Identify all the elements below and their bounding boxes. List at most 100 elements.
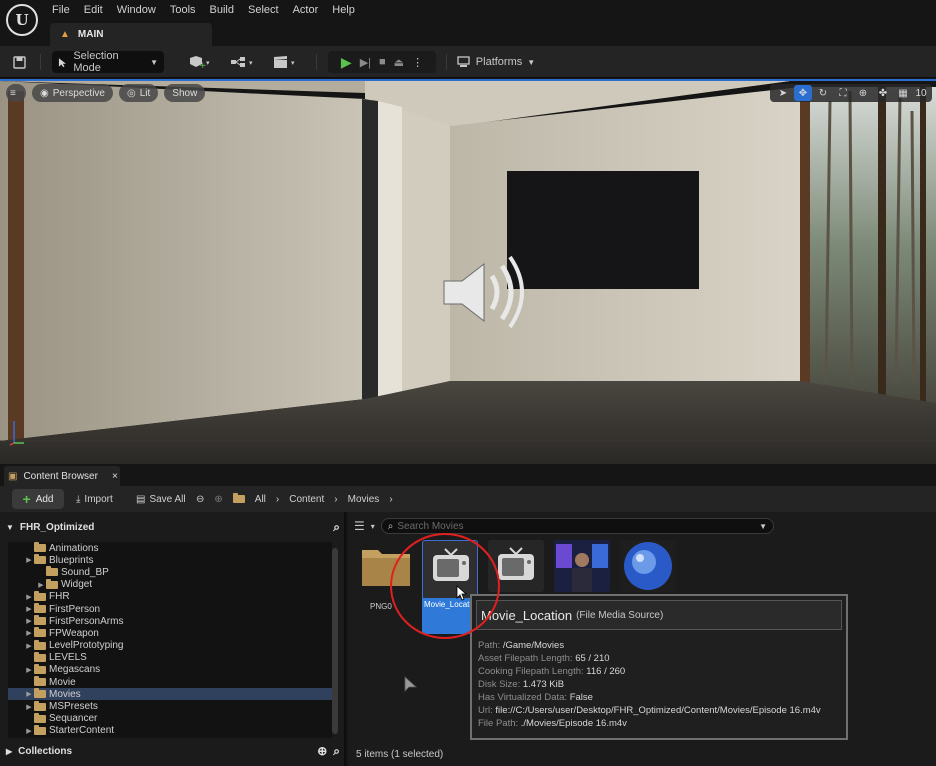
- tree-folder-item[interactable]: Sequancer: [8, 712, 332, 725]
- play-options-icon[interactable]: ⋮: [412, 56, 423, 69]
- tree-scrollbar[interactable]: [332, 548, 338, 734]
- unreal-logo-icon[interactable]: U: [6, 4, 38, 36]
- lit-button[interactable]: ◎ Lit: [118, 84, 159, 102]
- breadcrumb-all[interactable]: All: [255, 494, 266, 505]
- chevron-down-icon[interactable]: ▾: [371, 522, 375, 531]
- translate-icon[interactable]: ✥: [794, 85, 812, 101]
- tree-folder-item[interactable]: LEVELS: [8, 651, 332, 664]
- surface-snap-icon[interactable]: ✤: [874, 85, 892, 101]
- expand-arrow-icon[interactable]: ▶: [24, 605, 34, 613]
- save-all-label: Save All: [149, 493, 186, 505]
- platforms-dropdown[interactable]: Platforms ▼: [456, 51, 536, 73]
- select-mode-icon[interactable]: ➤: [774, 85, 792, 101]
- menu-item-window[interactable]: Window: [111, 4, 164, 18]
- quick-add-actor-button[interactable]: + ▾: [186, 51, 216, 73]
- tooltip-value: 116 / 260: [586, 666, 626, 677]
- collections-header[interactable]: ▶ Collections ⊕ ⌕: [6, 742, 340, 760]
- folder-icon: [34, 542, 46, 553]
- selection-mode-dropdown[interactable]: Selection Mode ▼: [52, 50, 164, 74]
- filter-icon[interactable]: ☰: [354, 519, 365, 533]
- menu-item-edit[interactable]: Edit: [78, 4, 111, 18]
- level-tab[interactable]: ▲ MAIN: [50, 23, 212, 46]
- tooltip-asset-name: Movie_Location: [481, 607, 573, 623]
- grid-snap-value[interactable]: 10: [914, 85, 928, 101]
- tree-folder-item[interactable]: Animations: [8, 542, 332, 554]
- search-icon[interactable]: ⌕: [333, 520, 340, 535]
- expand-arrow-icon[interactable]: ▶: [36, 581, 46, 589]
- folder-icon[interactable]: [232, 493, 245, 503]
- add-collection-icon[interactable]: ⊕: [317, 744, 327, 758]
- tree-folder-item[interactable]: ▶ Widget: [8, 578, 332, 591]
- save-button[interactable]: [8, 51, 30, 73]
- expand-arrow-icon[interactable]: ▶: [24, 593, 34, 601]
- expand-arrow-icon[interactable]: ▶: [24, 556, 34, 564]
- step-icon[interactable]: ▶|: [360, 56, 371, 69]
- expand-arrow-icon[interactable]: ▶: [24, 617, 34, 625]
- tree-folder-item[interactable]: ▶ MSPresets: [8, 700, 332, 712]
- stop-icon[interactable]: ■: [379, 56, 386, 68]
- chevron-right-icon: ›: [389, 493, 393, 505]
- tooltip-key: File Path:: [478, 718, 519, 729]
- import-button[interactable]: ⤓ Import: [76, 489, 113, 509]
- menu-item-file[interactable]: File: [46, 4, 78, 18]
- menu-item-actor[interactable]: Actor: [287, 4, 327, 18]
- expand-arrow-icon[interactable]: ▶: [24, 666, 34, 674]
- expand-arrow-icon[interactable]: ▶: [24, 629, 34, 637]
- tree-folder-item[interactable]: ▶ FHR: [8, 590, 332, 603]
- menu-item-select[interactable]: Select: [242, 4, 287, 18]
- grid-snap-icon[interactable]: ▦: [894, 85, 912, 101]
- lit-label: Lit: [139, 87, 151, 99]
- menu-item-tools[interactable]: Tools: [164, 4, 204, 18]
- expand-arrow-icon[interactable]: ▶: [24, 703, 34, 711]
- tooltip-row: Cooking Filepath Length: 116 / 260: [478, 666, 821, 679]
- forward-icon[interactable]: ⊕: [214, 494, 222, 505]
- tree-folder-item[interactable]: ▶ Megascans: [8, 663, 332, 676]
- add-button[interactable]: + Add: [12, 489, 64, 509]
- svg-text:▾: ▾: [249, 59, 253, 67]
- tree-folder-item[interactable]: ▶ LevelPrototyping: [8, 639, 332, 652]
- close-icon[interactable]: ×: [112, 471, 118, 482]
- expand-arrow-icon[interactable]: ▼: [6, 523, 14, 532]
- tree-folder-item[interactable]: ▶ FPWeapon: [8, 627, 332, 639]
- tooltip-key: Asset Filepath Length:: [478, 653, 573, 664]
- expand-arrow-icon[interactable]: ▶: [24, 642, 34, 650]
- tree-folder-item[interactable]: ▶ StarterContent: [8, 724, 332, 737]
- content-browser-tab[interactable]: ▣ Content Browser ×: [4, 466, 120, 486]
- tree-folder-item[interactable]: ▶ FirstPerson: [8, 603, 332, 615]
- cinematics-button[interactable]: ▾: [270, 51, 302, 73]
- tree-folder-item[interactable]: Sound_BP: [8, 566, 332, 578]
- menu-item-help[interactable]: Help: [326, 4, 363, 18]
- show-button[interactable]: Show: [164, 84, 206, 102]
- expand-arrow-icon[interactable]: ▶: [6, 747, 12, 756]
- tree-folder-label: FHR: [49, 591, 70, 603]
- tree-folder-item[interactable]: Movie: [8, 676, 332, 688]
- search-input[interactable]: ⌕ Search Movies ▼: [380, 518, 774, 534]
- eject-icon[interactable]: ⏏: [394, 56, 404, 69]
- rotate-icon[interactable]: ↻: [814, 85, 832, 101]
- blueprints-button[interactable]: ▾: [228, 51, 260, 73]
- tree-folder-item[interactable]: ▶ Movies: [8, 688, 332, 701]
- tooltip-key: Cooking Filepath Length:: [478, 666, 584, 677]
- menu-item-build[interactable]: Build: [204, 4, 242, 18]
- tooltip-details: Path: /Game/Movies Asset Filepath Length:…: [478, 640, 821, 731]
- asset-video-thumbnail[interactable]: [554, 540, 610, 592]
- breadcrumb-content[interactable]: Content: [289, 494, 324, 505]
- tree-folder-item[interactable]: ▶ Blueprints: [8, 554, 332, 566]
- tooltip-key: Path:: [478, 640, 501, 651]
- back-icon[interactable]: ⊖: [196, 494, 204, 505]
- search-icon[interactable]: ⌕: [333, 744, 340, 759]
- scale-icon[interactable]: ⛶: [834, 85, 852, 101]
- breadcrumb-movies[interactable]: Movies: [348, 494, 380, 505]
- tree-folder-item[interactable]: ▶ FirstPersonArms: [8, 615, 332, 627]
- play-icon[interactable]: ▶: [341, 54, 352, 71]
- asset-sphere-thumbnail[interactable]: [620, 540, 676, 592]
- tooltip-row: Asset Filepath Length: 65 / 210: [478, 653, 821, 666]
- expand-arrow-icon[interactable]: ▶: [24, 727, 34, 735]
- level-viewport[interactable]: ≡ ◉ Perspective ◎ Lit Show ➤ ✥ ↻ ⛶ ⊕ ✤ ▦ 1…: [0, 79, 936, 464]
- expand-arrow-icon[interactable]: ▶: [24, 690, 34, 698]
- world-local-icon[interactable]: ⊕: [854, 85, 872, 101]
- viewport-menu-button[interactable]: ≡: [6, 84, 26, 102]
- tree-root-header[interactable]: ▼ FHR_Optimized ⌕: [6, 518, 340, 536]
- perspective-button[interactable]: ◉ Perspective: [32, 84, 113, 102]
- save-all-button[interactable]: ▤ Save All: [136, 489, 186, 509]
